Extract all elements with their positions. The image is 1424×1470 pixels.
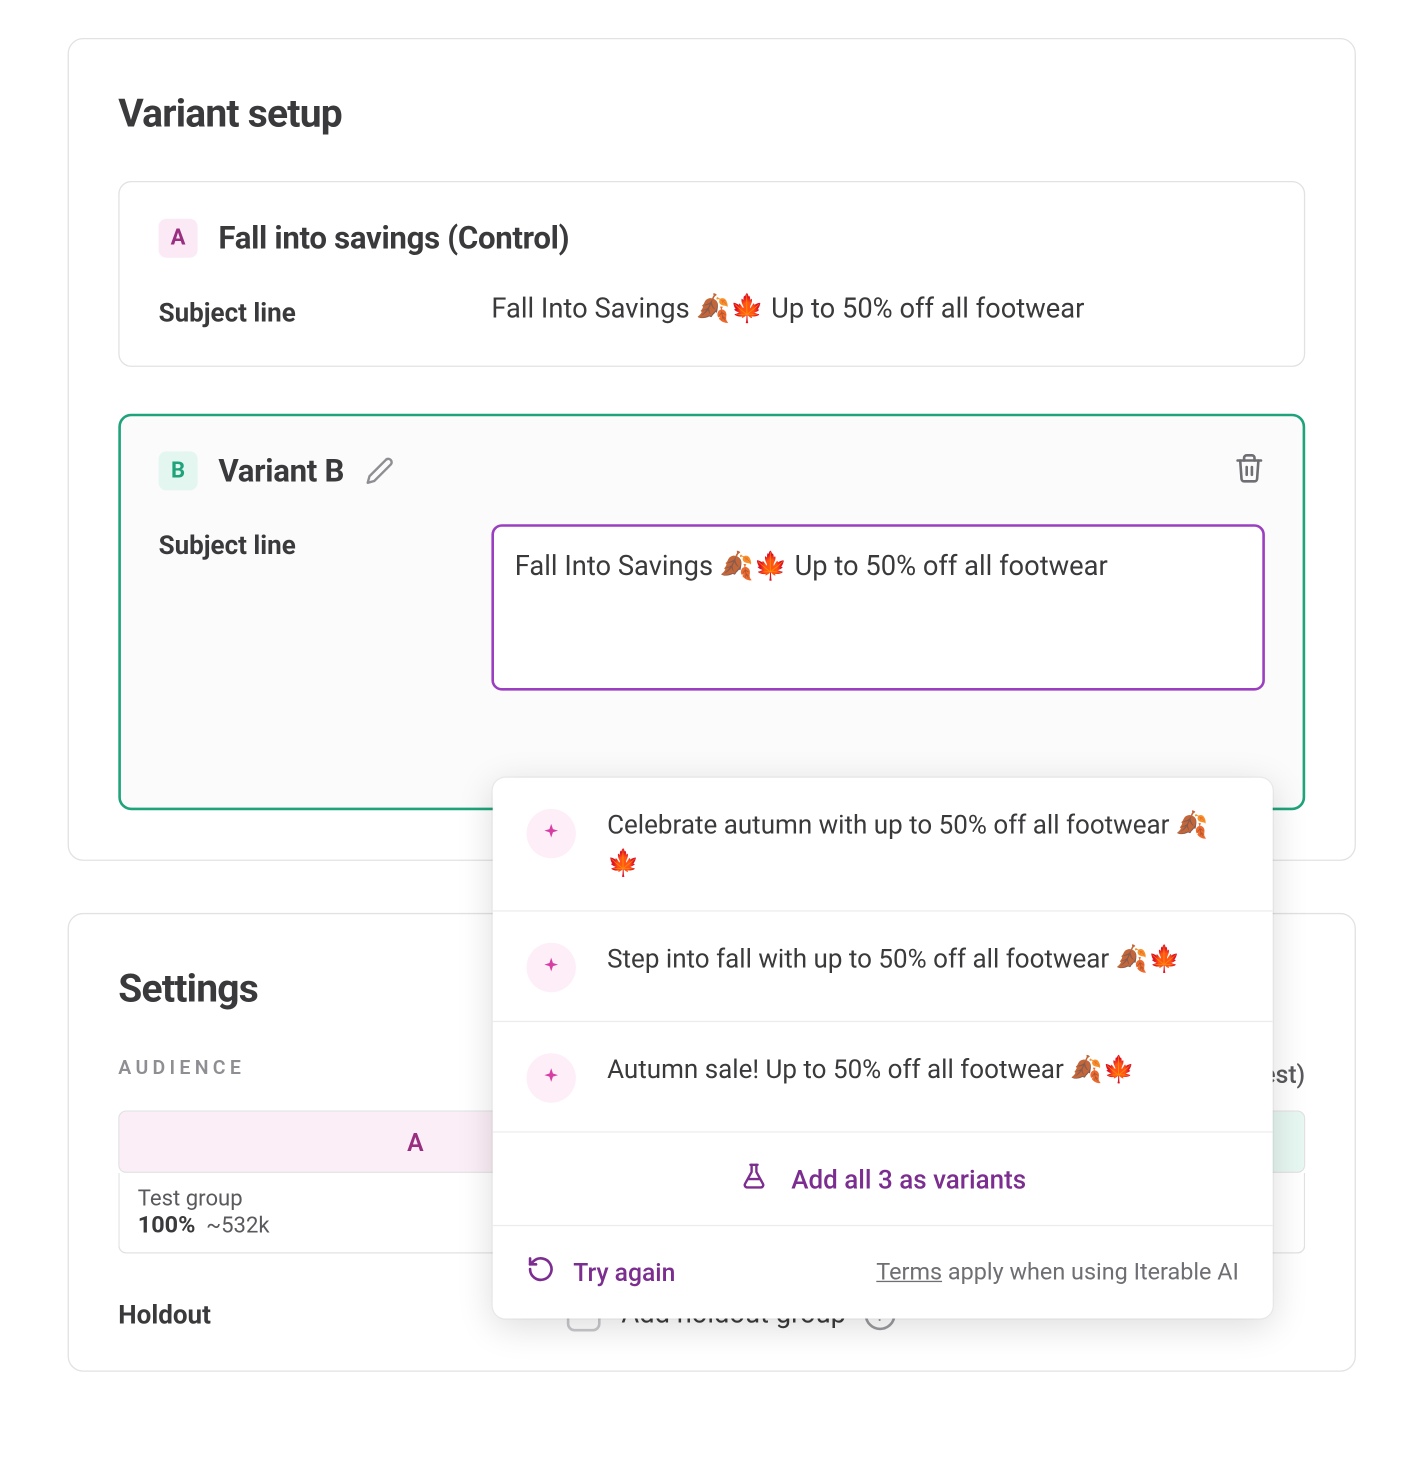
- test-group-percent: 100%: [138, 1212, 196, 1239]
- try-again-button[interactable]: Try again: [527, 1255, 676, 1290]
- suggestions-footer: Try again Terms apply when using Iterabl…: [493, 1226, 1273, 1318]
- sparkle-icon: [527, 809, 576, 858]
- variant-a-subject-value: Fall Into Savings 🍂🍁 Up to 50% off all f…: [491, 292, 1264, 330]
- subject-line-label-b: Subject line: [159, 525, 492, 561]
- ai-suggestions-dropdown: Celebrate autumn with up to 50% off all …: [493, 778, 1273, 1319]
- variant-b-box: B Variant B Subject line: [118, 414, 1305, 810]
- try-again-label: Try again: [573, 1257, 675, 1287]
- add-all-variants-button[interactable]: Add all 3 as variants: [493, 1133, 1273, 1227]
- variant-b-subject-row: Subject line: [159, 525, 1265, 691]
- pencil-icon[interactable]: [365, 457, 394, 486]
- beaker-icon: [739, 1161, 768, 1196]
- variant-a-header: A Fall into savings (Control): [159, 219, 1265, 258]
- variant-b-header: B Variant B: [159, 452, 1265, 491]
- terms-text: Terms apply when using Iterable AI: [876, 1259, 1239, 1286]
- variant-b-name: Variant B: [218, 453, 344, 489]
- variant-setup-title: Variant setup: [118, 91, 1305, 136]
- variant-setup-card: Variant setup A Fall into savings (Contr…: [68, 38, 1356, 861]
- suggestion-item-1[interactable]: Celebrate autumn with up to 50% off all …: [493, 778, 1273, 912]
- variant-a-subject-row: Subject line Fall Into Savings 🍂🍁 Up to …: [159, 292, 1265, 330]
- subject-line-input[interactable]: [491, 525, 1264, 691]
- variant-a-box[interactable]: A Fall into savings (Control) Subject li…: [118, 181, 1305, 367]
- suggestion-item-2[interactable]: Step into fall with up to 50% off all fo…: [493, 912, 1273, 1023]
- trash-icon[interactable]: [1234, 453, 1265, 489]
- sparkle-icon: [527, 943, 576, 992]
- suggestion-item-3[interactable]: Autumn sale! Up to 50% off all footwear …: [493, 1022, 1273, 1133]
- refresh-icon: [527, 1255, 556, 1290]
- terms-suffix: apply when using Iterable AI: [942, 1259, 1239, 1286]
- suggestion-text-3: Autumn sale! Up to 50% off all footwear …: [607, 1051, 1135, 1089]
- terms-link[interactable]: Terms: [876, 1259, 942, 1286]
- sparkle-icon: [527, 1053, 576, 1102]
- variant-a-name: Fall into savings (Control): [218, 220, 569, 256]
- subject-line-label: Subject line: [159, 292, 492, 328]
- variant-badge-a: A: [159, 219, 198, 258]
- suggestion-text-2: Step into fall with up to 50% off all fo…: [607, 940, 1180, 978]
- suggestion-text-1: Celebrate autumn with up to 50% off all …: [607, 806, 1239, 881]
- test-group-approx: ~532k: [206, 1214, 269, 1240]
- add-all-label: Add all 3 as variants: [791, 1163, 1026, 1194]
- variant-badge-b: B: [159, 452, 198, 491]
